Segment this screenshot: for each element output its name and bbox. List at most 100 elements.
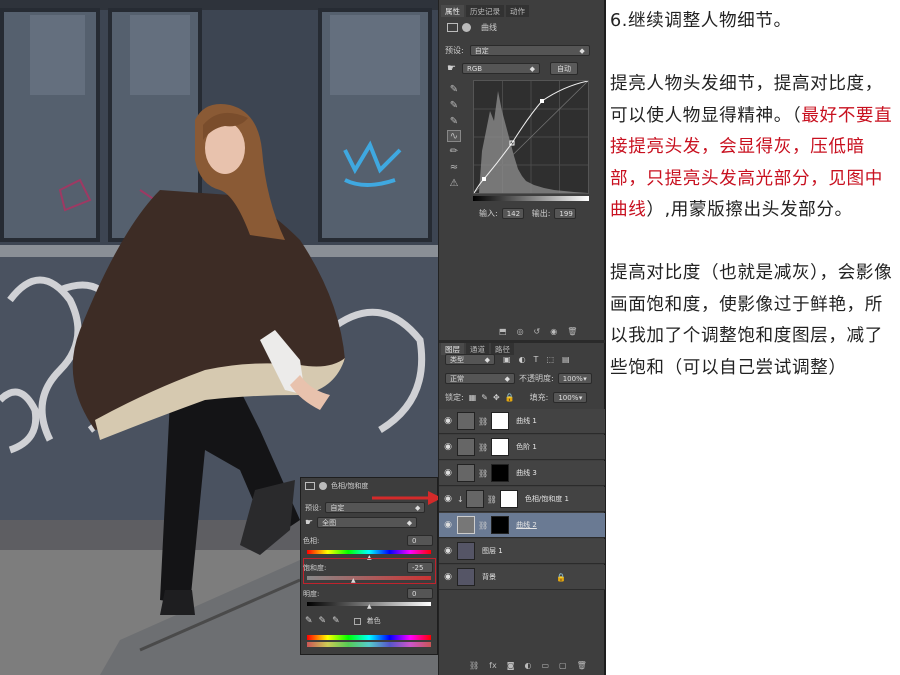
eye-icon[interactable]: ◉ [439,520,457,530]
clip-to-layer-icon[interactable]: ⬒ [499,327,507,336]
lock-transparent-icon[interactable]: ▦ [469,393,477,402]
smooth-icon[interactable]: ≈ [447,162,461,174]
eye-icon[interactable]: ◉ [439,468,457,478]
auto-button[interactable]: 自动 [549,62,578,75]
link-icon: ⛓ [478,416,489,426]
layer-row[interactable]: ◉ ⛓ 曲线 1 [439,409,605,434]
layer-row[interactable]: ◉ 背景 🔒 [439,565,605,590]
blend-mode-select[interactable]: 正常 ◆ [445,373,515,384]
new-adjustment-icon[interactable]: ◐ [524,661,531,670]
eye-icon[interactable]: ◉ [439,494,457,504]
layer-name: 背景 [482,573,496,581]
layer-mask-thumb[interactable] [491,464,510,482]
curves-graph[interactable] [473,80,589,194]
eyedropper-minus-icon[interactable]: ✎ [332,616,340,626]
trash-icon[interactable]: 🗑 [577,661,587,670]
view-previous-icon[interactable]: ◎ [517,327,524,336]
tab-properties[interactable]: 属性 [441,5,464,17]
tab-history[interactable]: 历史记录 [466,5,504,17]
pointer-arrow [372,491,442,505]
layer-mask-thumb[interactable] [491,438,510,456]
paragraph-1: 提亮人物头发细节，提高对比度，可以使人物显得精神。（最好不要直接提亮头发，会显得… [610,69,900,227]
layer-name: 曲线 3 [516,469,537,477]
new-layer-icon[interactable]: ▢ [559,661,567,670]
input-value-field[interactable]: 142 [501,208,524,219]
lock-position-icon[interactable]: ✥ [493,393,500,402]
preset-select[interactable]: 自定 ◆ [469,45,590,56]
range-select[interactable]: 全图 ◆ [317,517,418,528]
input-label: 输入: [479,209,498,218]
filter-type-icon[interactable]: T [534,355,539,364]
link-icon: ⛓ [478,468,489,478]
filter-shape-icon[interactable]: ⬚ [546,355,554,364]
reset-icon[interactable]: ↺ [534,327,541,336]
tab-actions[interactable]: 动作 [506,5,529,17]
lock-all-icon[interactable]: 🔒 [505,393,515,402]
layer-name: 曲线 2 [516,521,537,529]
lock-pixels-icon[interactable]: ✎ [481,393,488,402]
hue-input[interactable]: 0 [407,535,433,546]
layer-row-selected[interactable]: ◉ ⛓ 曲线 2 [439,513,605,538]
hue-label: 色相: [303,536,320,545]
lightness-slider-thumb[interactable]: ▲ [367,603,372,610]
hue-preset-label: 预设: [305,503,322,512]
paragraph-2: 提高对比度（也就是减灰），会影像画面饱和度，使影像过于鲜艳，所以我加了个调整饱和… [610,263,893,378]
mask-icon [319,482,327,490]
layer-row[interactable]: ◉ ⛓ 色阶 1 [439,435,605,460]
saturation-slider-thumb[interactable]: ▲ [351,577,356,584]
lightness-input[interactable]: 0 [407,588,433,599]
hand-tool-icon[interactable]: ☛ [447,63,456,74]
eyedropper-plus-icon[interactable]: ✎ [319,616,327,626]
eyedropper-white-icon[interactable]: ✎ [447,116,461,128]
layer-row[interactable]: ◉ ↓ ⛓ 色相/饱和度 1 [439,487,605,512]
saturation-slider-track[interactable] [307,576,431,580]
link-icon: ⛓ [486,494,497,504]
curve-point-tool-icon[interactable]: ∿ [447,130,461,142]
layer-name: 图层 1 [482,547,503,555]
saturation-input[interactable]: -25 [407,562,433,573]
clip-arrow-icon: ↓ [457,494,464,504]
layer-mask-thumb[interactable] [499,490,518,508]
curves-layer-icon [457,412,475,430]
add-mask-icon[interactable]: ◙ [507,661,515,670]
eyedropper-black-icon[interactable]: ✎ [447,84,461,96]
eye-icon[interactable]: ◉ [439,546,457,556]
pencil-icon[interactable]: ✏ [447,146,461,158]
link-icon: ⛓ [478,520,489,530]
eyedropper-icon[interactable]: ✎ [305,616,313,626]
output-value-field[interactable]: 199 [554,208,577,219]
clipping-warning-icon[interactable]: ⚠ [447,178,461,190]
levels-layer-icon [457,438,475,456]
input-gradient-bar [473,196,589,201]
layer-name: 色相/饱和度 1 [524,495,569,503]
new-group-icon[interactable]: ▭ [541,661,549,670]
layer-mask-thumb[interactable] [491,516,510,534]
layer-filter-select[interactable]: 类型 ◆ [445,354,495,365]
opacity-field[interactable]: 100% ▾ [557,373,592,384]
image-layer-thumb [457,568,475,586]
eye-icon[interactable]: ◉ [439,572,457,582]
colorize-checkbox[interactable] [353,617,361,625]
hue-panel-title: 色相/饱和度 [331,482,369,490]
layer-name: 色阶 1 [516,443,537,451]
properties-tabs: 属性 历史记录 动作 [439,5,605,17]
hand-tool-icon[interactable]: ☛ [305,518,313,528]
eyedropper-gray-icon[interactable]: ✎ [447,100,461,112]
properties-title: 曲线 [481,23,497,32]
fx-icon[interactable]: fx [489,661,497,670]
step-heading: 6.继续调整人物细节。 [610,11,792,31]
link-layers-icon[interactable]: ⛓ [469,661,479,670]
fill-field[interactable]: 100% ▾ [553,392,588,403]
layer-mask-thumb[interactable] [491,412,510,430]
filter-pixel-icon[interactable]: ▣ [503,355,511,364]
layer-row[interactable]: ◉ 图层 1 [439,539,605,564]
visibility-icon[interactable]: ◉ [550,327,557,336]
layer-row[interactable]: ◉ ⛓ 曲线 3 [439,461,605,486]
delete-icon[interactable]: 🗑 [567,327,577,336]
filter-smart-icon[interactable]: ▤ [562,355,570,364]
eye-icon[interactable]: ◉ [439,416,457,426]
filter-adjust-icon[interactable]: ◐ [519,355,526,364]
photoshop-panels: 属性 历史记录 动作 曲线 预设: 自定 ◆ ☛ RGB ◆ 自动 ✎ ✎ ✎ ∿ … [438,0,606,675]
channel-select[interactable]: RGB ◆ [461,63,540,74]
eye-icon[interactable]: ◉ [439,442,457,452]
